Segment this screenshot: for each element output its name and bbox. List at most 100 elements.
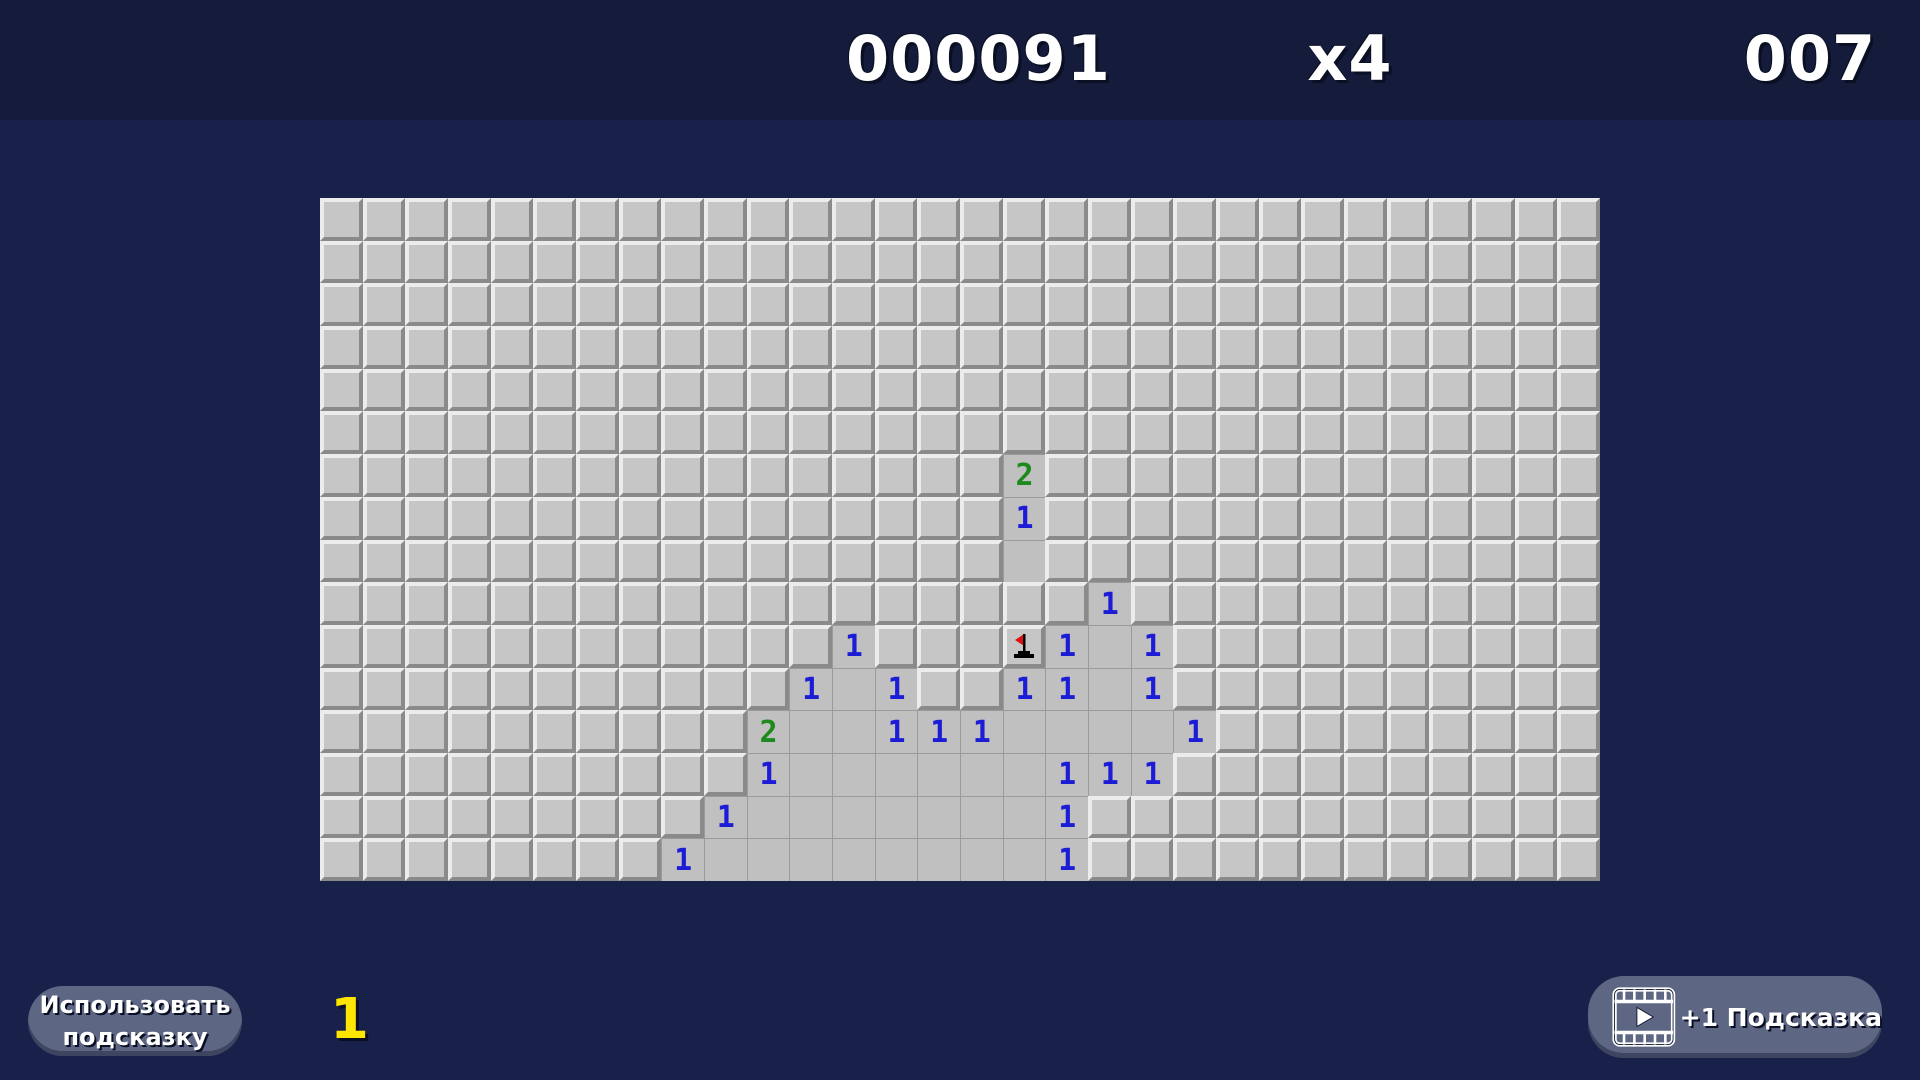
covered-cell[interactable]: [405, 368, 448, 412]
covered-cell[interactable]: [576, 283, 619, 327]
covered-cell[interactable]: [618, 752, 662, 796]
covered-cell[interactable]: [1045, 240, 1088, 284]
covered-cell[interactable]: [661, 752, 704, 796]
covered-cell[interactable]: [362, 496, 406, 540]
covered-cell[interactable]: [1386, 240, 1430, 284]
covered-cell[interactable]: [704, 667, 747, 711]
covered-cell[interactable]: [618, 198, 662, 241]
covered-cell[interactable]: [1130, 326, 1174, 369]
covered-cell[interactable]: [1258, 198, 1302, 241]
covered-cell[interactable]: [1258, 496, 1302, 540]
covered-cell[interactable]: [1472, 240, 1515, 284]
covered-cell[interactable]: [1344, 838, 1387, 881]
covered-cell[interactable]: [618, 496, 662, 540]
empty-cell[interactable]: [746, 795, 790, 839]
covered-cell[interactable]: [362, 368, 406, 412]
use-hint-button[interactable]: Использовать подсказку: [28, 986, 242, 1056]
covered-cell[interactable]: [1173, 838, 1216, 881]
empty-cell[interactable]: [1002, 838, 1046, 881]
covered-cell[interactable]: [533, 198, 576, 241]
covered-cell[interactable]: [1045, 198, 1088, 241]
empty-cell[interactable]: [789, 838, 832, 881]
covered-cell[interactable]: [960, 411, 1003, 455]
covered-cell[interactable]: [1514, 752, 1558, 796]
covered-cell[interactable]: [746, 454, 790, 497]
covered-cell[interactable]: [1045, 326, 1088, 369]
covered-cell[interactable]: [1472, 795, 1515, 839]
covered-cell[interactable]: [1173, 582, 1216, 625]
covered-cell[interactable]: [320, 539, 363, 583]
covered-cell[interactable]: [576, 198, 619, 241]
covered-cell[interactable]: [917, 496, 960, 540]
covered-cell[interactable]: [1301, 752, 1344, 796]
covered-cell[interactable]: [1301, 454, 1344, 497]
covered-cell[interactable]: [1344, 283, 1387, 327]
covered-cell[interactable]: [1002, 368, 1046, 412]
number-cell[interactable]: 1: [1130, 624, 1174, 668]
covered-cell[interactable]: [832, 582, 875, 625]
covered-cell[interactable]: [448, 411, 491, 455]
covered-cell[interactable]: [746, 368, 790, 412]
covered-cell[interactable]: [960, 667, 1003, 711]
covered-cell[interactable]: [1344, 624, 1387, 668]
covered-cell[interactable]: [661, 539, 704, 583]
covered-cell[interactable]: [320, 411, 363, 455]
covered-cell[interactable]: [1344, 411, 1387, 455]
covered-cell[interactable]: [448, 795, 491, 839]
covered-cell[interactable]: [576, 838, 619, 881]
covered-cell[interactable]: [576, 411, 619, 455]
covered-cell[interactable]: [490, 667, 534, 711]
covered-cell[interactable]: [661, 326, 704, 369]
covered-cell[interactable]: [917, 240, 960, 284]
covered-cell[interactable]: [1386, 326, 1430, 369]
covered-cell[interactable]: [1216, 838, 1259, 881]
covered-cell[interactable]: [405, 240, 448, 284]
covered-cell[interactable]: [1429, 283, 1472, 327]
empty-cell[interactable]: [832, 795, 875, 839]
covered-cell[interactable]: [1514, 838, 1558, 881]
number-cell[interactable]: 1: [1045, 838, 1088, 881]
covered-cell[interactable]: [1344, 539, 1387, 583]
empty-cell[interactable]: [832, 838, 875, 881]
covered-cell[interactable]: [1386, 667, 1430, 711]
covered-cell[interactable]: [1472, 582, 1515, 625]
covered-cell[interactable]: [1301, 368, 1344, 412]
covered-cell[interactable]: [1301, 496, 1344, 540]
covered-cell[interactable]: [618, 582, 662, 625]
covered-cell[interactable]: [874, 198, 918, 241]
covered-cell[interactable]: [362, 411, 406, 455]
covered-cell[interactable]: [1301, 667, 1344, 711]
number-cell[interactable]: 1: [1002, 496, 1046, 540]
covered-cell[interactable]: [618, 368, 662, 412]
covered-cell[interactable]: [1514, 710, 1558, 753]
covered-cell[interactable]: [874, 454, 918, 497]
covered-cell[interactable]: [1386, 283, 1430, 327]
covered-cell[interactable]: [960, 326, 1003, 369]
covered-cell[interactable]: [576, 240, 619, 284]
covered-cell[interactable]: [704, 411, 747, 455]
covered-cell[interactable]: [960, 198, 1003, 241]
covered-cell[interactable]: [874, 496, 918, 540]
covered-cell[interactable]: [618, 326, 662, 369]
covered-cell[interactable]: [448, 838, 491, 881]
empty-cell[interactable]: [1002, 752, 1046, 796]
covered-cell[interactable]: [362, 795, 406, 839]
covered-cell[interactable]: [1088, 283, 1131, 327]
covered-cell[interactable]: [405, 198, 448, 241]
covered-cell[interactable]: [704, 710, 747, 753]
covered-cell[interactable]: [1557, 795, 1600, 839]
covered-cell[interactable]: [1557, 368, 1600, 412]
covered-cell[interactable]: [490, 454, 534, 497]
covered-cell[interactable]: [1429, 368, 1472, 412]
empty-cell[interactable]: [1002, 539, 1046, 583]
covered-cell[interactable]: [917, 368, 960, 412]
covered-cell[interactable]: [362, 582, 406, 625]
covered-cell[interactable]: [789, 539, 832, 583]
covered-cell[interactable]: [1216, 496, 1259, 540]
covered-cell[interactable]: [576, 667, 619, 711]
covered-cell[interactable]: [1301, 411, 1344, 455]
covered-cell[interactable]: [1386, 198, 1430, 241]
flagged-cell[interactable]: [1002, 624, 1046, 668]
covered-cell[interactable]: [1173, 240, 1216, 284]
covered-cell[interactable]: [960, 496, 1003, 540]
